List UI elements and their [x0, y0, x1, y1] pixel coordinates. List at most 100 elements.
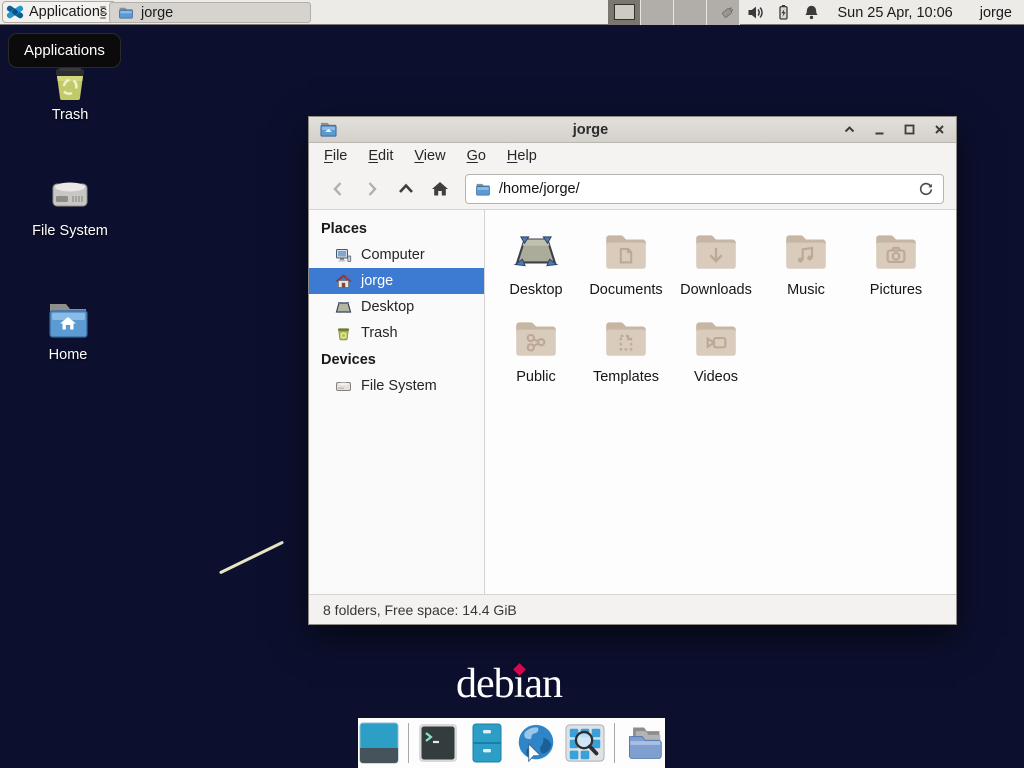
- show-desktop-icon[interactable]: [359, 722, 399, 764]
- app-finder-icon[interactable]: [565, 722, 605, 764]
- sidebar-item-label: Desktop: [361, 299, 414, 315]
- applications-icon: [6, 3, 24, 21]
- desktop-icon-label: Trash: [52, 107, 89, 123]
- taskbar-handle[interactable]: [100, 6, 106, 19]
- downloads-folder-icon: [691, 226, 741, 276]
- file-label: Music: [787, 282, 825, 298]
- file-label: Desktop: [509, 282, 562, 298]
- maximize-window-icon[interactable]: [903, 123, 916, 136]
- desktop-special-icon: [511, 226, 561, 276]
- desktop-icon-file-system[interactable]: File System: [20, 170, 120, 239]
- file-manager-window: jorge File Edit View Go Help: [308, 116, 957, 625]
- sidebar-item-computer[interactable]: Computer: [309, 242, 484, 268]
- notifications-bell-icon[interactable]: [803, 4, 820, 21]
- location-folder-icon: [475, 182, 491, 197]
- workspace-3[interactable]: [674, 0, 707, 25]
- file-view[interactable]: Desktop Documents: [485, 210, 956, 594]
- home-icon: [335, 273, 352, 290]
- workspace-2[interactable]: [641, 0, 674, 25]
- file-item-downloads[interactable]: Downloads: [671, 226, 761, 298]
- trash-icon: [335, 325, 352, 342]
- desktop-icon-label: File System: [32, 223, 108, 239]
- toolbar: /home/jorge/: [309, 169, 956, 210]
- statusbar: 8 folders, Free space: 14.4 GiB: [309, 594, 956, 624]
- back-button[interactable]: [321, 174, 355, 204]
- menu-edit[interactable]: Edit: [368, 148, 393, 164]
- dock: [358, 718, 665, 768]
- terminal-icon[interactable]: [418, 722, 458, 764]
- applications-label: Applications: [29, 4, 107, 20]
- file-item-pictures[interactable]: Pictures: [851, 226, 941, 298]
- file-item-documents[interactable]: Documents: [581, 226, 671, 298]
- file-label: Pictures: [870, 282, 922, 298]
- file-label: Documents: [589, 282, 662, 298]
- file-item-templates[interactable]: Templates: [581, 313, 671, 385]
- location-path: /home/jorge/: [499, 181, 580, 197]
- minimize-window-icon[interactable]: [873, 123, 886, 136]
- shade-window-icon[interactable]: [843, 123, 856, 136]
- file-label: Templates: [593, 369, 659, 385]
- applications-tooltip: Applications: [8, 33, 121, 68]
- sidebar-item-jorge[interactable]: jorge: [309, 268, 484, 294]
- file-cabinet-icon[interactable]: [467, 722, 507, 764]
- close-window-icon[interactable]: [933, 123, 946, 136]
- public-folder-icon: [511, 313, 561, 363]
- desktop[interactable]: { "panel": { "applications_label": "Appl…: [0, 0, 1024, 768]
- battery-icon[interactable]: [775, 4, 792, 21]
- computer-icon: [335, 247, 352, 264]
- hard-drive-icon: [46, 170, 94, 218]
- templates-folder-icon: [601, 313, 651, 363]
- debian-logo: debian: [456, 660, 562, 708]
- file-label: Videos: [694, 369, 738, 385]
- location-bar[interactable]: /home/jorge/: [465, 174, 944, 204]
- sidebar-item-desktop[interactable]: Desktop: [309, 294, 484, 320]
- window-folder-icon: [319, 121, 338, 138]
- file-item-videos[interactable]: Videos: [671, 313, 761, 385]
- file-item-public[interactable]: Public: [491, 313, 581, 385]
- network-icon[interactable]: [719, 4, 736, 21]
- window-title: jorge: [338, 122, 843, 138]
- system-tray: Sun 25 Apr, 10:06 jorge: [719, 0, 1024, 25]
- up-button[interactable]: [389, 174, 423, 204]
- top-panel: Applications jorge: [0, 0, 1024, 25]
- desktop-icon: [335, 299, 352, 316]
- menu-file[interactable]: File: [324, 148, 347, 164]
- sidebar-item-label: Computer: [361, 247, 425, 263]
- home-folder-icon: [44, 298, 92, 342]
- folder-icon: [118, 5, 134, 20]
- sidebar-item-file-system[interactable]: File System: [309, 373, 484, 399]
- sidebar-item-trash[interactable]: Trash: [309, 320, 484, 346]
- volume-icon[interactable]: [747, 4, 764, 21]
- menubar: File Edit View Go Help: [309, 143, 956, 169]
- forward-button[interactable]: [355, 174, 389, 204]
- clock[interactable]: Sun 25 Apr, 10:06: [837, 5, 952, 21]
- sidebar: Places Computer jorge: [309, 210, 485, 594]
- file-item-music[interactable]: Music: [761, 226, 851, 298]
- task-button-label: jorge: [141, 5, 173, 21]
- desktop-icon-label: Home: [49, 347, 88, 363]
- file-item-desktop[interactable]: Desktop: [491, 226, 581, 298]
- file-label: Downloads: [680, 282, 752, 298]
- window-titlebar[interactable]: jorge: [309, 117, 956, 143]
- desktop-icon-home[interactable]: Home: [18, 298, 118, 363]
- dock-separator: [408, 723, 409, 763]
- pictures-folder-icon: [871, 226, 921, 276]
- sidebar-item-label: jorge: [361, 273, 393, 289]
- taskbar-window-button[interactable]: jorge: [109, 2, 311, 23]
- reload-icon[interactable]: [918, 181, 934, 197]
- drive-icon: [335, 378, 352, 395]
- workspace-1[interactable]: [608, 0, 641, 25]
- menu-view[interactable]: View: [414, 148, 445, 164]
- web-browser-icon[interactable]: [516, 722, 556, 764]
- documents-folder-icon: [601, 226, 651, 276]
- menu-help[interactable]: Help: [507, 148, 537, 164]
- file-manager-folder-icon[interactable]: [624, 722, 664, 764]
- sidebar-header-places: Places: [309, 215, 484, 242]
- menu-go[interactable]: Go: [467, 148, 486, 164]
- user-actions-button[interactable]: jorge: [976, 5, 1016, 21]
- statusbar-text: 8 folders, Free space: 14.4 GiB: [323, 602, 517, 618]
- videos-folder-icon: [691, 313, 741, 363]
- window-content: Places Computer jorge: [309, 210, 956, 594]
- sidebar-item-label: File System: [361, 378, 437, 394]
- home-button[interactable]: [423, 174, 457, 204]
